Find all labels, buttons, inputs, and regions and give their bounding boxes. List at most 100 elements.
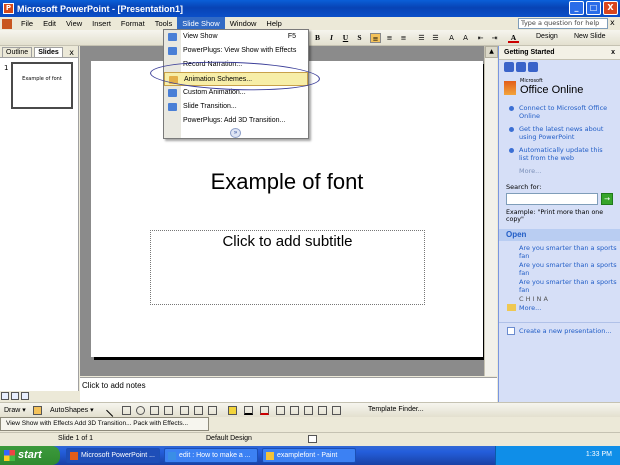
menu-item-view-show-effects[interactable]: PowerPlugs: View Show with Effects <box>164 44 308 58</box>
link-auto-update[interactable]: Automatically update this list from the … <box>499 146 620 162</box>
line-color-icon[interactable] <box>244 406 253 415</box>
recent-file[interactable]: C H I N A <box>499 295 620 303</box>
powerpoint-app-icon[interactable]: P <box>3 3 14 14</box>
arrow-style-icon[interactable] <box>304 406 313 415</box>
formatting-toolbar: B I U S ≡ ≡ ≡ ☰ ☰ A A ⇤ ⇥ A Design New S… <box>0 30 620 46</box>
menu-insert[interactable]: Insert <box>87 17 116 30</box>
autoshapes-button[interactable]: AutoShapes ▾ <box>50 406 94 414</box>
menu-item-view-show[interactable]: View Show F5 <box>164 30 308 44</box>
document-icon[interactable] <box>2 18 12 29</box>
template-finder-button[interactable]: Template Finder... <box>368 406 424 413</box>
office-brand: Office Online <box>520 84 584 96</box>
taskbar-item-powerpoint[interactable]: Microsoft PowerPoint ... <box>66 448 160 463</box>
search-input[interactable] <box>506 193 598 205</box>
underline-button[interactable]: U <box>340 33 351 43</box>
bold-button[interactable]: B <box>312 33 323 43</box>
shadow-style-icon[interactable] <box>318 406 327 415</box>
task-pane-close-icon[interactable]: x <box>611 46 615 60</box>
search-go-button[interactable]: → <box>601 193 613 205</box>
paint-icon <box>266 452 274 460</box>
increase-font-icon[interactable]: A <box>446 33 457 43</box>
browser-icon <box>168 452 176 460</box>
vertical-scrollbar[interactable]: ▲ <box>484 46 498 376</box>
thumbnail-title: Example of font <box>22 76 62 82</box>
font-color-icon[interactable] <box>260 406 269 415</box>
more-link[interactable]: More... <box>499 167 620 175</box>
menu-item-slide-transition[interactable]: Slide Transition... <box>164 100 308 114</box>
help-search-input[interactable]: Type a question for help <box>518 18 608 29</box>
new-presentation-icon <box>507 327 515 335</box>
new-slide-button[interactable]: New Slide <box>574 33 606 40</box>
3d-style-icon[interactable] <box>332 406 341 415</box>
tab-outline[interactable]: Outline <box>2 47 33 57</box>
powerplugs-toolbar[interactable]: View Show with Effects Add 3D Transition… <box>0 417 209 431</box>
menu-edit[interactable]: Edit <box>38 17 61 30</box>
menu-item-3d-transition[interactable]: PowerPlugs: Add 3D Transition... <box>164 114 308 128</box>
textbox-icon[interactable] <box>150 406 159 415</box>
taskbar-item-paint[interactable]: examplefont - Paint <box>262 448 356 463</box>
increase-indent-icon[interactable]: ⇥ <box>489 33 500 43</box>
picture-icon[interactable] <box>208 406 217 415</box>
align-center-icon[interactable]: ≡ <box>384 33 395 43</box>
start-button[interactable]: start <box>0 446 60 465</box>
task-pane-title[interactable]: Getting Started <box>504 49 555 56</box>
link-connect-office-online[interactable]: Connect to Microsoft Office Online <box>499 104 620 120</box>
wordart-icon[interactable] <box>164 406 173 415</box>
slide-title[interactable]: Example of font <box>91 169 483 195</box>
decrease-font-icon[interactable]: A <box>460 33 471 43</box>
font-color-button[interactable]: A <box>508 33 519 43</box>
slideshow-view-icon[interactable] <box>21 392 29 400</box>
subtitle-placeholder[interactable]: Click to add subtitle <box>150 230 425 305</box>
notes-placeholder: Click to add notes <box>82 381 146 390</box>
clipart-icon[interactable] <box>194 406 203 415</box>
align-right-icon[interactable]: ≡ <box>398 33 409 43</box>
design-button[interactable]: Design <box>536 33 558 40</box>
home-icon[interactable] <box>528 62 538 72</box>
draw-menu-button[interactable]: Draw ▾ <box>4 406 26 414</box>
select-pointer-icon[interactable] <box>33 406 42 415</box>
notes-pane[interactable]: Click to add notes <box>80 377 497 402</box>
link-latest-news[interactable]: Get the latest news about using PowerPoi… <box>499 125 620 141</box>
back-icon[interactable] <box>504 62 514 72</box>
scroll-up-icon[interactable]: ▲ <box>485 46 498 58</box>
recent-file[interactable]: Are you smarter than a sports fan <box>499 261 620 277</box>
slide-number: 1 <box>4 64 9 72</box>
decrease-indent-icon[interactable]: ⇤ <box>475 33 486 43</box>
align-left-icon[interactable]: ≡ <box>370 33 381 43</box>
shadow-button[interactable]: S <box>354 33 365 43</box>
folder-icon <box>507 304 516 311</box>
forward-icon[interactable] <box>516 62 526 72</box>
menu-format[interactable]: Format <box>116 17 150 30</box>
taskbar-item-edit[interactable]: edit : How to make a ... <box>164 448 258 463</box>
oval-icon[interactable] <box>136 406 145 415</box>
close-button[interactable]: X <box>603 1 618 15</box>
italic-button[interactable]: I <box>326 33 337 43</box>
diagram-icon[interactable] <box>180 406 189 415</box>
line-style-icon[interactable] <box>276 406 285 415</box>
close-document-icon[interactable]: x <box>610 18 615 27</box>
open-more-link[interactable]: More... <box>499 304 620 312</box>
create-new-presentation-link[interactable]: Create a new presentation... <box>499 322 620 335</box>
menu-file[interactable]: File <box>16 17 38 30</box>
menu-view[interactable]: View <box>61 17 87 30</box>
recent-file[interactable]: Are you smarter than a sports fan <box>499 278 620 294</box>
normal-view-icon[interactable] <box>1 392 9 400</box>
rectangle-icon[interactable] <box>122 406 131 415</box>
dash-style-icon[interactable] <box>290 406 299 415</box>
office-logo-icon <box>504 81 516 95</box>
line-icon[interactable] <box>106 404 119 417</box>
slide-thumbnail[interactable]: Example of font <box>11 62 73 109</box>
menu-expand-icon[interactable]: » <box>230 128 241 138</box>
fill-color-icon[interactable] <box>228 406 237 415</box>
minimize-button[interactable]: _ <box>569 1 584 15</box>
clock: 1:33 PM <box>585 451 612 458</box>
view-show-icon <box>168 33 177 41</box>
maximize-button[interactable]: □ <box>586 1 601 15</box>
slide-count: Slide 1 of 1 <box>58 435 94 442</box>
tab-slides[interactable]: Slides <box>34 47 63 57</box>
sorter-view-icon[interactable] <box>11 392 19 400</box>
bullets-icon[interactable]: ☰ <box>430 33 441 43</box>
recent-file[interactable]: Are you smarter than a sports fan <box>499 244 620 260</box>
numbering-icon[interactable]: ☰ <box>416 33 427 43</box>
panel-close-icon[interactable]: x <box>69 48 74 57</box>
